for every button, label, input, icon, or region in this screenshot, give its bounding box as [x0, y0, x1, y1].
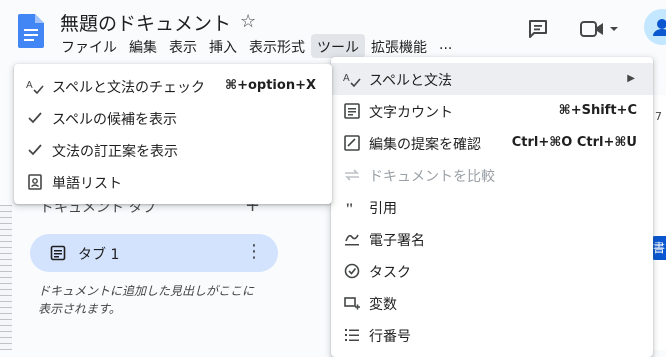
word-count-icon [344, 103, 360, 119]
person-icon [653, 19, 666, 36]
menu-item-variables[interactable]: 変数 [331, 287, 653, 319]
menu-view[interactable]: 表示 [163, 34, 203, 58]
docs-logo-icon[interactable] [18, 14, 44, 48]
document-title[interactable]: 無題のドキュメント [60, 9, 231, 36]
tools-menu: A スペルと文法 ▶ 文字カウント ⌘+Shift+C 編集の提案を確認 Ctr… [331, 57, 653, 357]
menu-tools[interactable]: ツール [311, 34, 365, 58]
menu-file[interactable]: ファイル [55, 34, 123, 58]
variables-icon [344, 297, 360, 310]
more-vert-icon[interactable]: ⋮ [245, 241, 263, 262]
svg-text:A: A [343, 73, 350, 84]
line-numbers-icon [345, 329, 359, 341]
menu-item-spelling[interactable]: A スペルと文法 ▶ [331, 63, 653, 95]
shortcut-text: Ctrl+⌘O Ctrl+⌘U [511, 135, 637, 150]
svg-text:A: A [26, 80, 33, 91]
menu-item-compare: ドキュメントを比較 [331, 159, 653, 191]
submenu-arrow-icon: ▶ [627, 73, 635, 84]
menu-extensions[interactable]: 拡張機能 [365, 34, 433, 58]
outline-hint: ドキュメントに追加した見出しがここに表示されます。 [38, 284, 255, 316]
spellcheck-icon: A [343, 73, 361, 87]
review-edits-icon [344, 135, 360, 151]
tab-label: タブ 1 [78, 247, 120, 263]
document-tab-icon [50, 245, 66, 261]
menu-item-citations[interactable]: " 引用 [331, 191, 653, 223]
signature-icon [345, 234, 359, 246]
submenu-item-show-grammar-suggestions[interactable]: 文法の訂正案を表示 [14, 134, 332, 166]
submenu-item-word-list[interactable]: 単語リスト [14, 166, 332, 198]
shortcut-text: ⌘+option+X [225, 78, 316, 93]
compare-icon [345, 169, 359, 181]
menu-insert[interactable]: 挿入 [203, 34, 243, 58]
spellcheck-icon: A [26, 80, 44, 94]
tab-item[interactable]: タブ 1 ⋮ [30, 234, 278, 272]
dictionary-icon [28, 174, 42, 190]
menu-item-review-edits[interactable]: 編集の提案を確認 Ctrl+⌘O Ctrl+⌘U [331, 127, 653, 159]
menu-item-word-count[interactable]: 文字カウント ⌘+Shift+C [331, 95, 653, 127]
task-icon [344, 263, 360, 279]
menu-more[interactable]: ... [433, 34, 458, 58]
vertical-ruler [0, 205, 12, 350]
ruler-number: 7 [655, 110, 662, 123]
submenu-item-check-spelling[interactable]: A スペルと文法のチェック ⌘+option+X [14, 70, 332, 102]
video-call-icon[interactable] [580, 19, 622, 39]
svg-text:": " [345, 201, 354, 215]
check-icon [28, 144, 42, 156]
quote-icon: " [345, 201, 354, 215]
comment-icon[interactable] [527, 18, 549, 40]
menu-item-esignature[interactable]: 電子署名 [331, 223, 653, 255]
star-icon[interactable]: ☆ [240, 11, 256, 32]
check-icon [28, 112, 42, 124]
menu-item-tasks[interactable]: タスク [331, 255, 653, 287]
menu-format[interactable]: 表示形式 [243, 34, 311, 58]
side-chip[interactable]: 書 [651, 236, 666, 260]
submenu-item-show-spelling-suggestions[interactable]: スペルの候補を表示 [14, 102, 332, 134]
menu-bar: ファイル 編集 表示 挿入 表示形式 ツール 拡張機能 ... [55, 34, 458, 58]
account-avatar[interactable] [644, 9, 666, 45]
spelling-submenu: A スペルと文法のチェック ⌘+option+X スペルの候補を表示 文法の訂正… [14, 64, 332, 204]
menu-edit[interactable]: 編集 [123, 34, 163, 58]
shortcut-text: ⌘+Shift+C [558, 103, 637, 118]
menu-item-line-numbers[interactable]: 行番号 [331, 319, 653, 351]
